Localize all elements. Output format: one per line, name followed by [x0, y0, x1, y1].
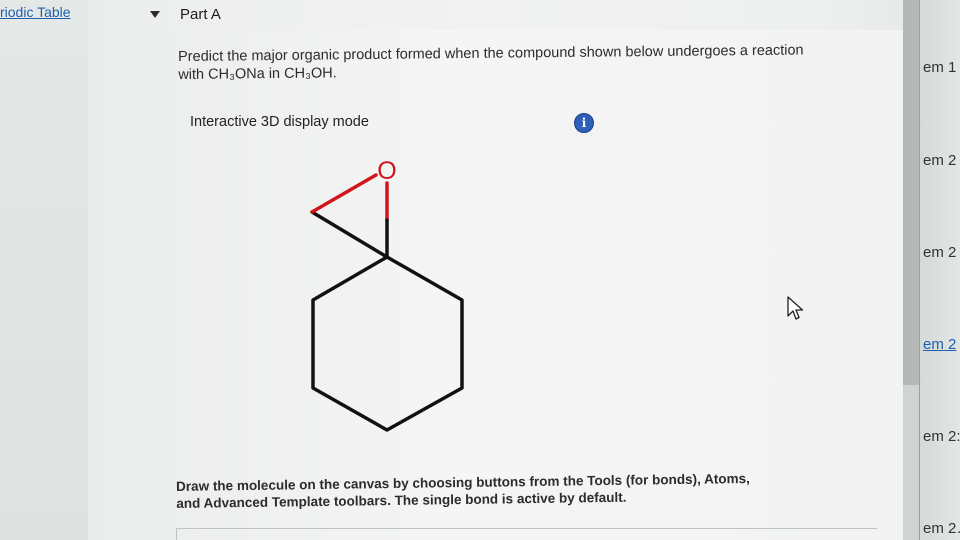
question-panel — [148, 30, 903, 540]
oxygen-atom-label: O — [377, 157, 396, 185]
epoxide-bond-ch2-o — [310, 173, 378, 214]
part-header[interactable]: Part A — [150, 4, 221, 24]
drawing-canvas[interactable] — [176, 528, 877, 540]
display-mode-label[interactable]: Interactive 3D display mode — [190, 114, 369, 130]
info-icon[interactable]: i — [574, 113, 594, 133]
item-link-3[interactable]: em 2 — [923, 244, 956, 261]
item-list-sidebar: em 1 em 2 em 2 em 2 em 2: em 2… — [919, 0, 960, 540]
screen: riodic Table Part A Predict the major or… — [0, 0, 960, 540]
item-link-6[interactable]: em 2… — [923, 520, 960, 537]
item-link-2[interactable]: em 2 — [923, 152, 956, 169]
part-title: Part A — [180, 5, 221, 23]
item-link-4[interactable]: em 2 — [923, 336, 956, 353]
collapse-caret-icon[interactable] — [150, 10, 160, 18]
cyclohexane-ring — [311, 255, 464, 432]
epoxide-bond-c-ch2 — [310, 210, 389, 259]
mouse-cursor-icon — [787, 296, 804, 320]
left-column — [0, 0, 88, 540]
display-mode-row: Interactive 3D display mode i — [190, 113, 598, 133]
item-link-5[interactable]: em 2: — [923, 428, 960, 445]
question-text: Predict the major organic product formed… — [178, 41, 878, 84]
scrollbar-thumb[interactable] — [903, 0, 919, 385]
periodic-table-link[interactable]: riodic Table — [0, 4, 71, 20]
item-link-1[interactable]: em 1 — [923, 59, 956, 76]
molecule-structure: O — [310, 157, 464, 432]
